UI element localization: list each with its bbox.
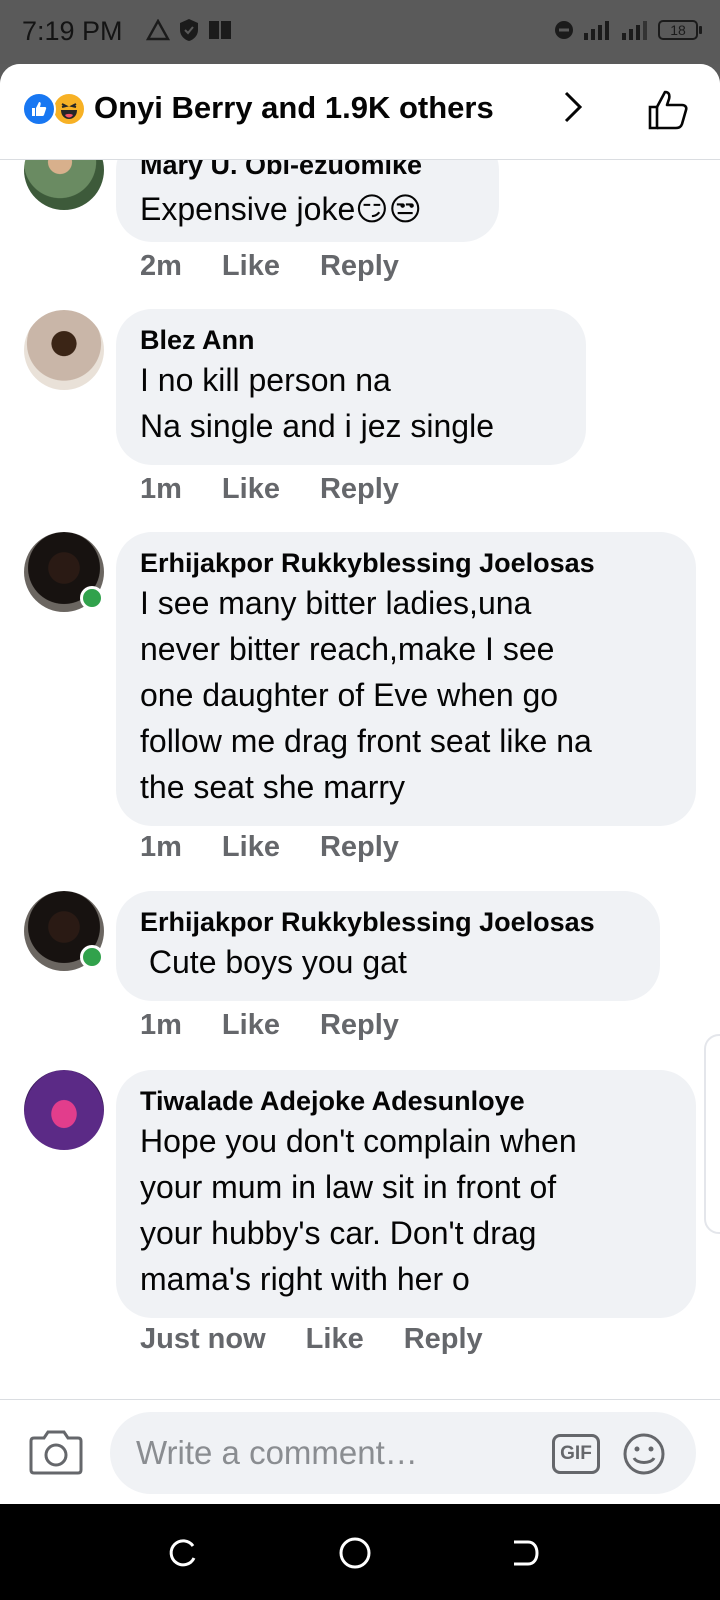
signal-icon-2 xyxy=(622,21,647,40)
battery-indicator: 18 xyxy=(658,20,702,40)
status-system-icons: 18 xyxy=(554,19,702,41)
navigation-bar xyxy=(0,1504,720,1600)
online-status-indicator xyxy=(80,586,104,610)
comment-reply-button[interactable]: Reply xyxy=(320,473,399,506)
comment-text-line: never bitter reach,make I see xyxy=(140,631,555,667)
comment-text-line: Na single and i jez single xyxy=(140,408,494,444)
comment-time: 1m xyxy=(140,473,182,505)
comment-text-line: I no kill person na xyxy=(140,362,391,398)
comment-reply-button[interactable]: Reply xyxy=(320,250,399,283)
back-icon[interactable] xyxy=(510,1538,540,1568)
comment-bubble[interactable]: Blez Ann I no kill person na Na single a… xyxy=(116,309,586,465)
camera-icon[interactable] xyxy=(28,1426,84,1476)
reaction-icons xyxy=(22,92,86,126)
comment-like-button[interactable]: Like xyxy=(222,250,280,283)
comment-input[interactable]: Write a comment… GIF xyxy=(110,1412,696,1494)
comment-author[interactable]: Blez Ann xyxy=(140,323,562,357)
status-bar: 7:19 PM 18 xyxy=(0,0,720,64)
side-panel-handle[interactable] xyxy=(704,1034,720,1234)
comment-author[interactable]: Erhijakpor Rukkyblessing Joelosas xyxy=(140,905,636,939)
comment-time: 1m xyxy=(140,831,182,863)
comment-actions: 1m Like Reply xyxy=(140,1009,399,1042)
comment-reply-button[interactable]: Reply xyxy=(404,1323,483,1356)
comment-time: Just now xyxy=(140,1323,266,1355)
like-button-icon[interactable] xyxy=(646,88,690,132)
reactions-header[interactable]: Onyi Berry and 1.9K others xyxy=(0,64,720,160)
emoji-icon[interactable] xyxy=(622,1432,666,1476)
comment-text-line: the seat she marry xyxy=(140,769,405,805)
comment-like-button[interactable]: Like xyxy=(222,473,280,506)
chevron-right-icon xyxy=(564,91,583,123)
signal-icon-1 xyxy=(584,21,609,40)
comment-actions: 1m Like Reply xyxy=(140,473,399,506)
comment-text-line: mama's right with her o xyxy=(140,1261,470,1297)
home-icon[interactable] xyxy=(338,1536,372,1570)
comment-text: Cute boys you gat xyxy=(140,944,407,980)
comment-actions: 1m Like Reply xyxy=(140,831,399,864)
comment-reply-button[interactable]: Reply xyxy=(320,831,399,864)
comment-text-line: I see many bitter ladies,una xyxy=(140,585,532,621)
like-reaction-icon xyxy=(22,92,56,126)
comment-text-line: your hubby's car. Don't drag xyxy=(140,1215,537,1251)
do-not-disturb-icon xyxy=(555,21,573,39)
comment-time: 2m xyxy=(140,250,182,282)
comment-like-button[interactable]: Like xyxy=(222,1009,280,1042)
comment-like-button[interactable]: Like xyxy=(306,1323,364,1356)
warning-icon xyxy=(146,19,170,41)
comment-bubble[interactable]: Tiwalade Adejoke Adesunloye Hope you don… xyxy=(116,1070,696,1318)
book-icon xyxy=(209,21,231,39)
comment-author[interactable]: Tiwalade Adejoke Adesunloye xyxy=(140,1084,672,1118)
comment-author[interactable]: Erhijakpor Rukkyblessing Joelosas xyxy=(140,546,672,580)
comment-actions: Just now Like Reply xyxy=(140,1323,483,1356)
comment-composer: Write a comment… GIF xyxy=(0,1399,720,1504)
comment-actions: 2m Like Reply xyxy=(140,250,399,283)
avatar[interactable] xyxy=(24,310,104,390)
comment-text-line: one daughter of Eve when go xyxy=(140,677,559,713)
comment-text: Expensive joke😏😒 xyxy=(140,191,422,227)
comment-text-line: Hope you don't complain when xyxy=(140,1123,577,1159)
online-status-indicator xyxy=(80,945,104,969)
comment-bubble[interactable]: Erhijakpor Rukkyblessing Joelosas Cute b… xyxy=(116,891,660,1001)
avatar[interactable] xyxy=(24,1070,104,1150)
comment-input-placeholder: Write a comment… xyxy=(136,1434,418,1471)
comment-time: 1m xyxy=(140,1009,182,1041)
comment-text-line: your mum in law sit in front of xyxy=(140,1169,557,1205)
comment-reply-button[interactable]: Reply xyxy=(320,1009,399,1042)
reactions-summary: Onyi Berry and 1.9K others xyxy=(94,90,494,125)
comment-bubble[interactable]: Erhijakpor Rukkyblessing Joelosas I see … xyxy=(116,532,696,826)
recent-apps-icon[interactable] xyxy=(168,1538,198,1568)
status-time: 7:19 PM xyxy=(22,16,123,46)
haha-reaction-icon xyxy=(52,92,86,126)
comments-sheet: Onyi Berry and 1.9K others Mary U. Obi-e… xyxy=(0,64,720,1504)
comment-like-button[interactable]: Like xyxy=(222,831,280,864)
gif-button[interactable]: GIF xyxy=(552,1434,600,1474)
comment-text-line: follow me drag front seat like na xyxy=(140,723,592,759)
shield-icon xyxy=(180,19,198,41)
status-notification-icons xyxy=(146,18,232,42)
